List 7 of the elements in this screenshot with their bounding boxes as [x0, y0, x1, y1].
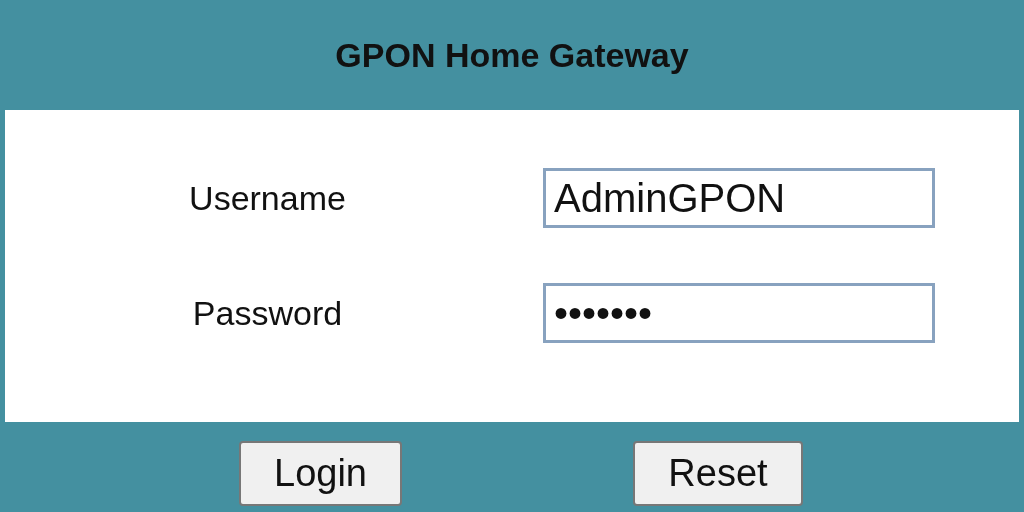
reset-button[interactable]: Reset: [633, 441, 803, 506]
page-title: GPON Home Gateway: [335, 35, 689, 75]
field-label: Password: [192, 293, 343, 333]
input-field[interactable]: AdminGPON: [543, 168, 935, 228]
input-field[interactable]: •••••••: [543, 283, 935, 343]
login-button[interactable]: Login: [239, 441, 402, 506]
field-label: Username: [189, 178, 346, 218]
